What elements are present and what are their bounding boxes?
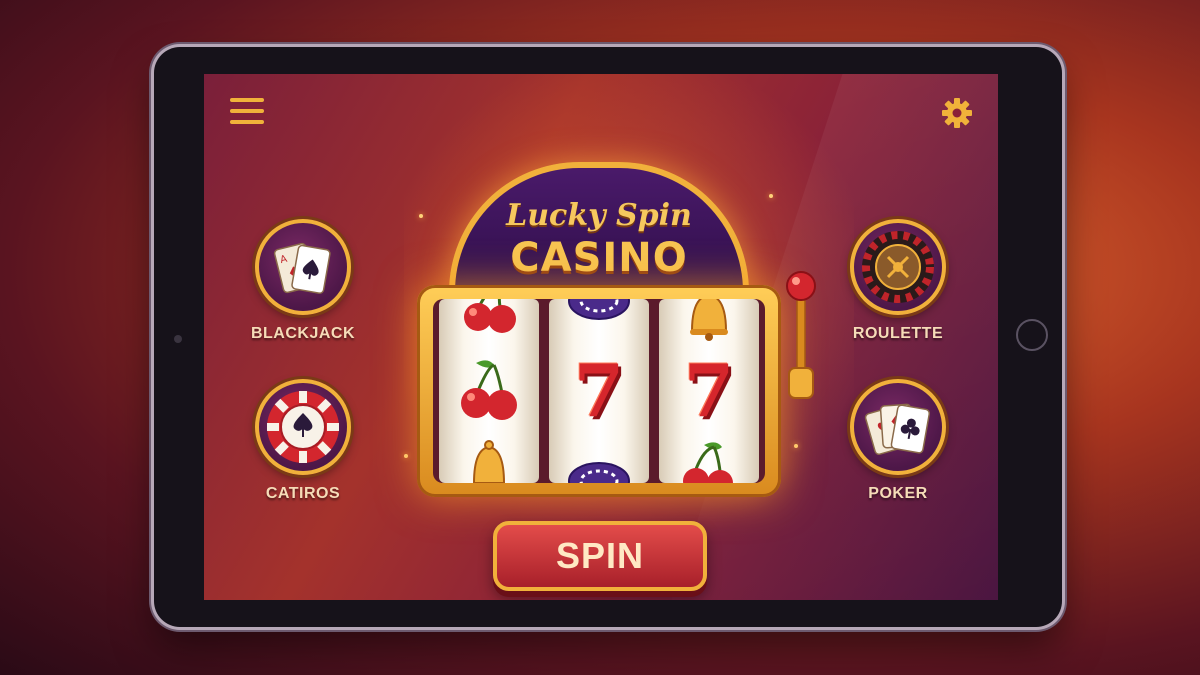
playing-cards-icon: A — [255, 219, 351, 315]
bell-icon — [472, 440, 506, 483]
cherry-icon — [461, 360, 517, 420]
hamburger-menu-icon[interactable] — [230, 98, 264, 126]
reel-symbol-seven: 7 — [683, 348, 735, 433]
sparkle — [404, 454, 408, 458]
playing-cards-icon — [850, 379, 946, 475]
game-label: ROULETTE — [852, 325, 944, 342]
cherry-icon — [683, 442, 733, 483]
roulette-wheel-icon — [850, 219, 946, 315]
reels-window: 7 7 — [433, 299, 765, 483]
game-label: BLACKJACK — [250, 325, 356, 342]
reel-1 — [439, 299, 539, 483]
reel-2: 7 — [549, 299, 649, 483]
game-catiros[interactable]: CATIROS — [243, 379, 363, 503]
reel-3: 7 — [659, 299, 759, 483]
game-blackjack[interactable]: A BLACKJACK — [243, 219, 363, 343]
bell-icon — [690, 299, 728, 341]
title-banner: Lucky Spin CASINO — [449, 162, 749, 292]
app-screen: A BLACKJACK CATIROS ROULETTE POKER Lucky… — [204, 74, 998, 600]
reel-symbol-seven: 7 — [573, 348, 625, 433]
poker-chip-icon — [255, 379, 351, 475]
title-script: Lucky Spin — [506, 198, 692, 233]
game-roulette[interactable]: ROULETTE — [838, 219, 958, 343]
poker-chip-icon — [568, 299, 630, 320]
game-label: POKER — [868, 485, 928, 502]
home-button[interactable] — [1016, 319, 1048, 351]
sparkle — [769, 194, 773, 198]
spin-button[interactable]: SPIN — [493, 521, 707, 591]
sparkle — [794, 444, 798, 448]
slot-lever[interactable] — [781, 264, 821, 404]
slot-machine: 7 7 — [417, 285, 781, 497]
poker-chip-icon — [568, 462, 630, 483]
title-main: CASINO — [510, 235, 688, 281]
game-poker[interactable]: POKER — [838, 379, 958, 503]
cherry-icon — [464, 299, 516, 333]
gear-icon[interactable] — [940, 96, 974, 130]
game-label: CATIROS — [265, 485, 341, 502]
camera-dot — [174, 335, 182, 343]
tablet-frame: A BLACKJACK CATIROS ROULETTE POKER Lucky… — [154, 47, 1062, 627]
sparkle — [419, 214, 423, 218]
